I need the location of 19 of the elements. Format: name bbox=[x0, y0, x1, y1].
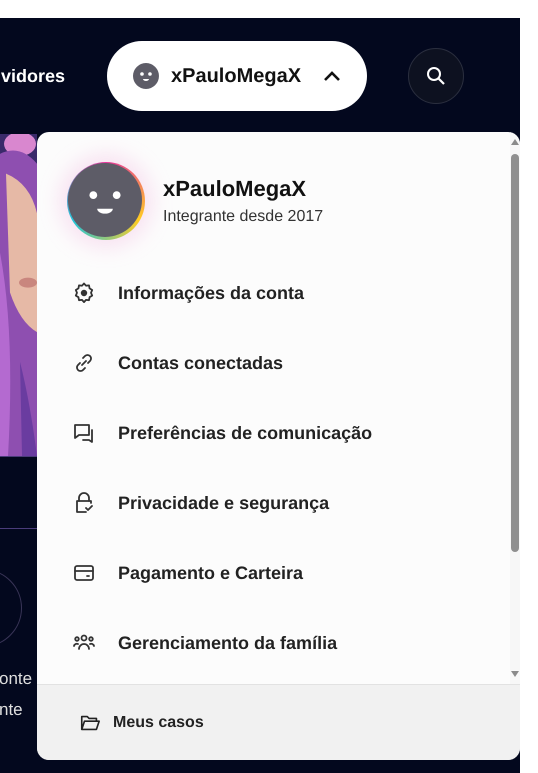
account-button[interactable]: xPauloMegaX bbox=[107, 41, 368, 111]
nav-link[interactable]: vidores bbox=[1, 66, 66, 86]
username: xPauloMegaX bbox=[163, 176, 308, 202]
gear-icon bbox=[72, 281, 96, 305]
chat-icon bbox=[72, 421, 96, 445]
avatar-icon bbox=[68, 163, 142, 237]
menu-item[interactable]: Preferências de comunicação bbox=[67, 398, 490, 468]
member-since: Integrante desde 2017 bbox=[163, 208, 324, 226]
scroll-bar[interactable] bbox=[510, 132, 520, 684]
footer-link[interactable]: Meus casos bbox=[37, 684, 520, 760]
menu-item[interactable]: Contas conectadas bbox=[67, 328, 490, 398]
side-text: onte bbox=[0, 668, 34, 690]
avatar-icon bbox=[133, 63, 159, 89]
menu-item[interactable]: Privacidade e segurança bbox=[67, 468, 490, 538]
menu-item[interactable]: Informações da conta bbox=[67, 258, 490, 328]
menu-item[interactable]: Pagamento e Carteira bbox=[67, 538, 490, 608]
search-icon bbox=[426, 66, 446, 86]
side-text: nte bbox=[0, 699, 24, 721]
menu-item[interactable]: Gerenciamento da família bbox=[67, 608, 490, 678]
